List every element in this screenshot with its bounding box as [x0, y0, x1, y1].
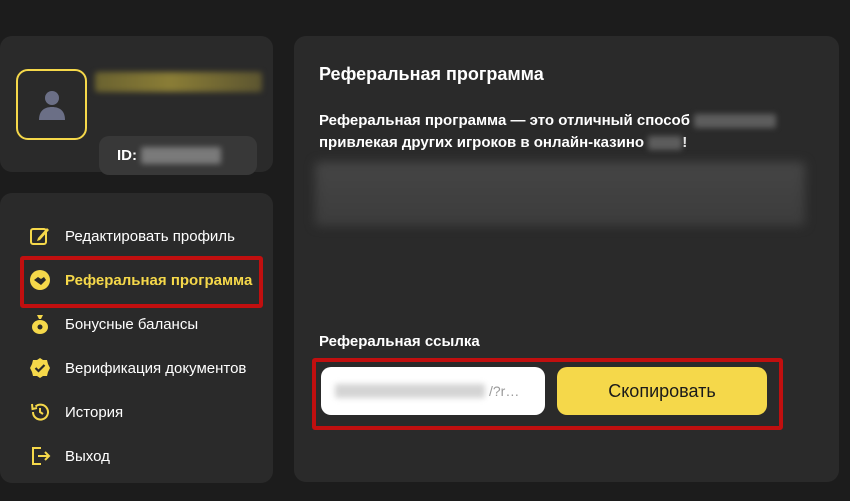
- referral-link-input[interactable]: /?r…: [321, 367, 545, 415]
- redacted-text: [694, 114, 777, 129]
- user-id-label: ID:: [117, 147, 137, 164]
- redacted-paragraph: [315, 162, 805, 226]
- redacted-link: [335, 384, 485, 398]
- description-line-1: Реферальная программа — это отличный спо…: [319, 112, 690, 129]
- description-end: !: [682, 134, 688, 151]
- edit-icon: [29, 225, 51, 247]
- referral-link-label: Реферальная ссылка: [319, 333, 480, 350]
- user-id-redacted: [141, 147, 221, 164]
- user-icon: [38, 90, 65, 120]
- sidebar-item-edit-profile[interactable]: Редактировать профиль: [29, 223, 235, 249]
- user-id-box: ID:: [99, 136, 257, 175]
- username-redacted: [95, 72, 262, 92]
- sidebar-item-label: Бонусные балансы: [65, 315, 199, 333]
- profile-card: ID:: [0, 36, 273, 175]
- referral-description: Реферальная программа — это отличный спо…: [319, 110, 779, 154]
- sidebar-item-label: Верификация документов: [65, 359, 247, 377]
- money-bag-icon: [29, 313, 51, 335]
- copy-button[interactable]: Скопировать: [557, 367, 767, 415]
- history-icon: [29, 401, 51, 423]
- avatar[interactable]: [16, 69, 87, 140]
- sidebar-item-verification[interactable]: Верификация документов: [29, 355, 246, 381]
- sidebar-item-label: Редактировать профиль: [65, 227, 235, 245]
- description-line-2: привлекая других игроков в онлайн-казино: [319, 134, 645, 151]
- referral-link-suffix: /?r…: [489, 383, 520, 399]
- highlight-box-menu: [20, 256, 263, 308]
- sidebar-item-history[interactable]: История: [29, 399, 123, 425]
- page-title: Реферальная программа: [319, 64, 544, 84]
- sidebar-item-label: История: [65, 403, 124, 421]
- sidebar-item-logout[interactable]: Выход: [29, 443, 110, 469]
- verified-badge-icon: [29, 357, 51, 379]
- sidebar-item-label: Выход: [65, 447, 110, 465]
- redacted-casino-name: [648, 136, 683, 151]
- logout-icon: [29, 445, 51, 467]
- sidebar-item-bonus-balances[interactable]: Бонусные балансы: [29, 311, 198, 337]
